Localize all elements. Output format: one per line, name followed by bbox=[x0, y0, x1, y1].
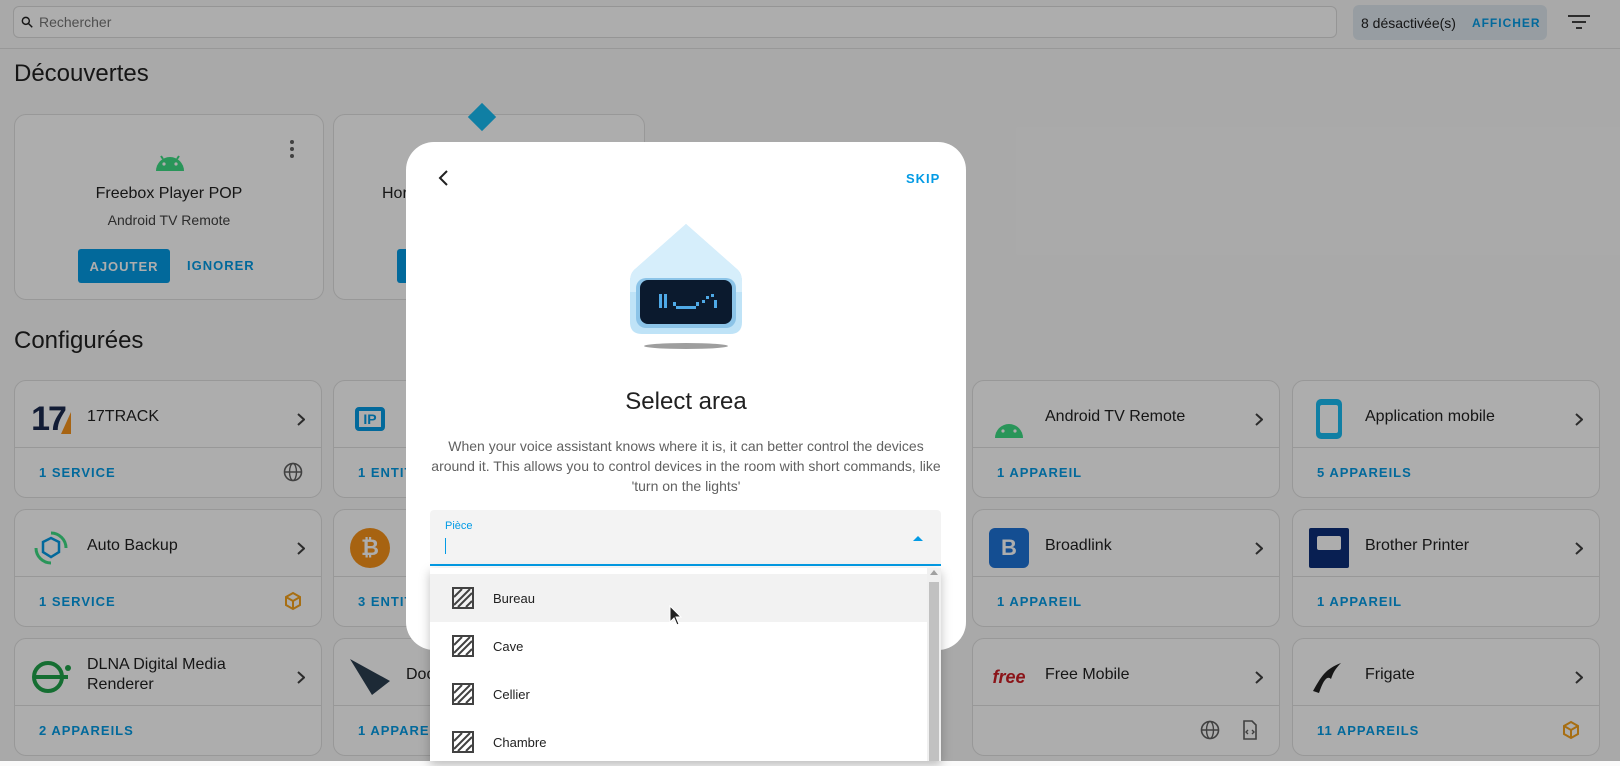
area-option-label: Chambre bbox=[493, 734, 547, 750]
area-option[interactable]: Cave bbox=[430, 622, 927, 670]
scrollbar-thumb[interactable] bbox=[929, 582, 939, 761]
area-icon bbox=[452, 587, 474, 609]
dropdown-scrollbar[interactable] bbox=[927, 568, 941, 761]
mouse-cursor-icon bbox=[669, 605, 683, 626]
dropdown-arrow-icon[interactable] bbox=[913, 536, 923, 541]
scroll-up-arrow-icon[interactable] bbox=[930, 570, 938, 575]
dialog-title: Select area bbox=[625, 388, 747, 415]
skip-button[interactable]: SKIP bbox=[906, 171, 940, 186]
dialog-description: When your voice assistant knows where it… bbox=[431, 438, 941, 494]
area-combobox[interactable]: Pièce bbox=[430, 510, 941, 566]
area-option-label: Bureau bbox=[493, 590, 535, 606]
area-option[interactable]: Chambre bbox=[430, 718, 927, 766]
area-icon bbox=[452, 731, 474, 753]
area-dropdown-list: Bureau Cave Cellier Chambre bbox=[430, 568, 941, 761]
area-option-label: Cellier bbox=[493, 686, 530, 702]
area-icon bbox=[452, 635, 474, 657]
back-arrow-icon[interactable] bbox=[432, 166, 456, 190]
voice-assistant-robot-illustration bbox=[630, 224, 742, 349]
area-field-label: Pièce bbox=[445, 520, 473, 532]
area-icon bbox=[452, 683, 474, 705]
text-caret bbox=[445, 538, 446, 554]
area-option-label: Cave bbox=[493, 638, 524, 654]
area-option[interactable]: Cellier bbox=[430, 670, 927, 718]
